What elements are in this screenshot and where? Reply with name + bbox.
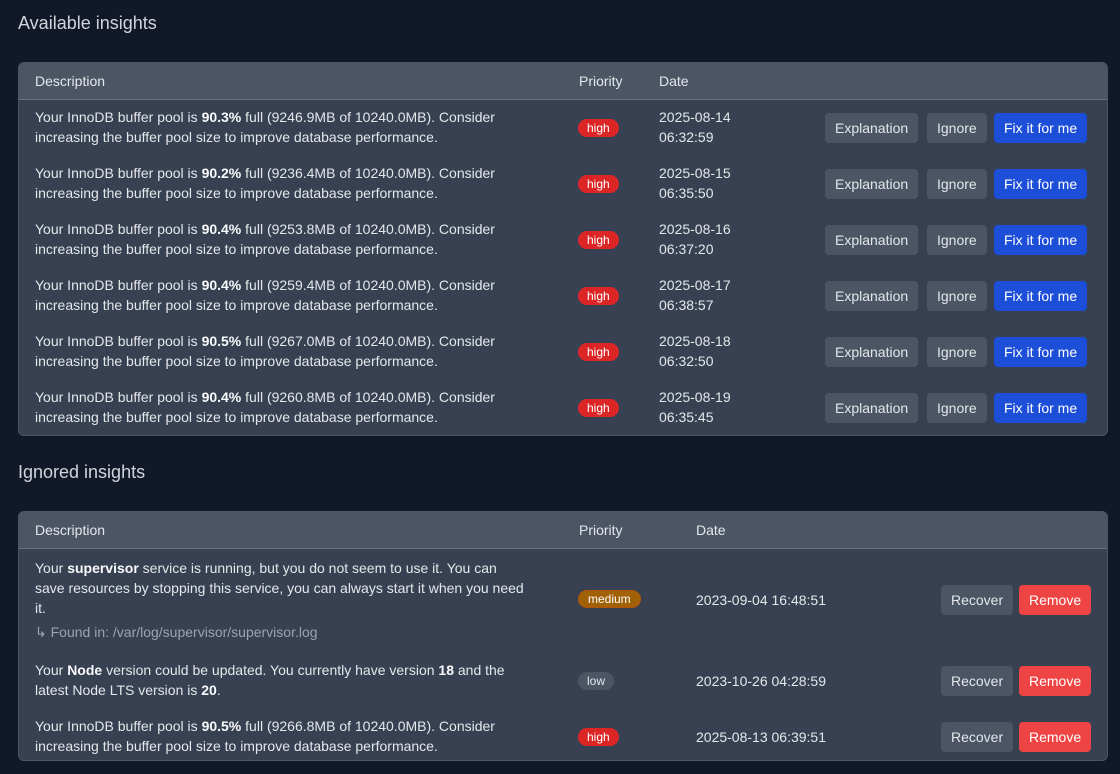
row-date: 2025-08-14 06:32:59 xyxy=(659,109,731,145)
table-row: Your InnoDB buffer pool is 90.5% full (9… xyxy=(19,709,1107,760)
fix-it-button[interactable]: Fix it for me xyxy=(994,337,1088,367)
row-date: 2025-08-15 06:35:50 xyxy=(659,165,731,201)
explanation-button[interactable]: Explanation xyxy=(825,225,919,255)
header-date: Date xyxy=(659,73,689,89)
recover-button[interactable]: Recover xyxy=(941,722,1014,752)
row-date: 2025-08-17 06:38:57 xyxy=(659,277,731,313)
header-description: Description xyxy=(35,522,106,538)
table-header: Description Priority Date xyxy=(19,63,1107,100)
priority-badge: medium xyxy=(578,590,641,608)
fix-it-button[interactable]: Fix it for me xyxy=(994,393,1088,423)
header-priority: Priority xyxy=(579,73,623,89)
row-date: 2025-08-19 06:35:45 xyxy=(659,389,731,425)
table-header: Description Priority Date xyxy=(19,512,1107,549)
priority-badge: high xyxy=(578,231,619,249)
row-description: Your Node version could be updated. You … xyxy=(35,662,505,698)
available-insights-table: Description Priority Date Your InnoDB bu… xyxy=(18,62,1108,436)
priority-badge: low xyxy=(578,672,615,690)
explanation-button[interactable]: Explanation xyxy=(825,337,919,367)
found-in-path: ↳ Found in: /var/log/supervisor/supervis… xyxy=(35,624,318,640)
header-date: Date xyxy=(696,522,726,538)
row-date: 2025-08-16 06:37:20 xyxy=(659,221,731,257)
priority-badge: high xyxy=(578,287,619,305)
priority-badge: high xyxy=(578,399,619,417)
priority-badge: high xyxy=(578,343,619,361)
explanation-button[interactable]: Explanation xyxy=(825,393,919,423)
table-row: Your Node version could be updated. You … xyxy=(19,653,1107,709)
ignore-button[interactable]: Ignore xyxy=(927,113,987,143)
table-row: Your supervisor service is running, but … xyxy=(19,549,1107,653)
table-row: Your InnoDB buffer pool is 90.4% full (9… xyxy=(19,212,1107,268)
explanation-button[interactable]: Explanation xyxy=(825,113,919,143)
found-arrow-icon: ↳ xyxy=(35,624,47,640)
priority-badge: high xyxy=(578,119,619,137)
row-date: 2023-10-26 04:28:59 xyxy=(696,673,826,689)
explanation-button[interactable]: Explanation xyxy=(825,281,919,311)
row-description: Your InnoDB buffer pool is 90.3% full (9… xyxy=(35,109,495,145)
ignore-button[interactable]: Ignore xyxy=(927,393,987,423)
row-description: Your InnoDB buffer pool is 90.4% full (9… xyxy=(35,389,495,425)
remove-button[interactable]: Remove xyxy=(1019,666,1092,696)
table-row: Your InnoDB buffer pool is 90.4% full (9… xyxy=(19,268,1107,324)
ignore-button[interactable]: Ignore xyxy=(927,169,987,199)
recover-button[interactable]: Recover xyxy=(941,585,1014,615)
row-date: 2025-08-13 06:39:51 xyxy=(696,729,826,745)
fix-it-button[interactable]: Fix it for me xyxy=(994,281,1088,311)
available-insights-title: Available insights xyxy=(18,13,157,33)
remove-button[interactable]: Remove xyxy=(1019,585,1092,615)
priority-badge: high xyxy=(578,175,619,193)
ignore-button[interactable]: Ignore xyxy=(927,337,987,367)
row-description: Your InnoDB buffer pool is 90.2% full (9… xyxy=(35,165,495,201)
row-date: 2023-09-04 16:48:51 xyxy=(696,592,826,608)
priority-badge: high xyxy=(578,728,619,746)
table-row: Your InnoDB buffer pool is 90.5% full (9… xyxy=(19,324,1107,380)
table-row: Your InnoDB buffer pool is 90.3% full (9… xyxy=(19,100,1107,156)
header-description: Description xyxy=(35,73,106,89)
ignored-insights-title: Ignored insights xyxy=(18,462,146,482)
ignore-button[interactable]: Ignore xyxy=(927,281,987,311)
remove-button[interactable]: Remove xyxy=(1019,722,1092,752)
ignored-insights-table: Description Priority Date Your superviso… xyxy=(18,511,1108,761)
table-row: Your InnoDB buffer pool is 90.2% full (9… xyxy=(19,156,1107,212)
fix-it-button[interactable]: Fix it for me xyxy=(994,169,1088,199)
row-description: Your supervisor service is running, but … xyxy=(35,560,524,616)
recover-button[interactable]: Recover xyxy=(941,666,1014,696)
row-description: Your InnoDB buffer pool is 90.4% full (9… xyxy=(35,277,495,313)
fix-it-button[interactable]: Fix it for me xyxy=(994,113,1088,143)
table-row: Your InnoDB buffer pool is 90.4% full (9… xyxy=(19,380,1107,435)
row-description: Your InnoDB buffer pool is 90.5% full (9… xyxy=(35,718,495,754)
row-date: 2025-08-18 06:32:50 xyxy=(659,333,731,369)
explanation-button[interactable]: Explanation xyxy=(825,169,919,199)
row-description: Your InnoDB buffer pool is 90.4% full (9… xyxy=(35,221,495,257)
fix-it-button[interactable]: Fix it for me xyxy=(994,225,1088,255)
ignore-button[interactable]: Ignore xyxy=(927,225,987,255)
row-description: Your InnoDB buffer pool is 90.5% full (9… xyxy=(35,333,495,369)
header-priority: Priority xyxy=(579,522,623,538)
